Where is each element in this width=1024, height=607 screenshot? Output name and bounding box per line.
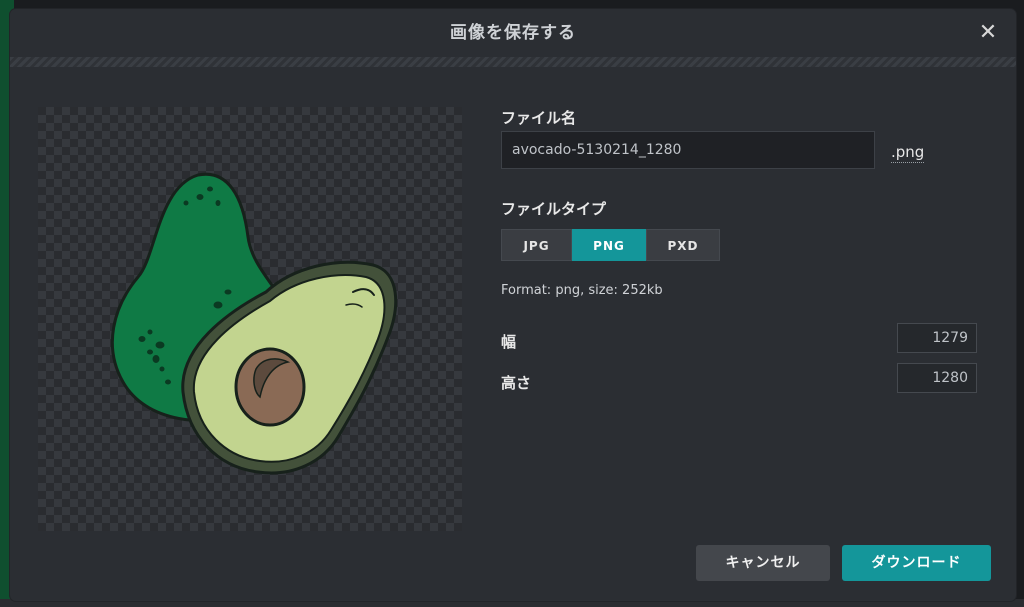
filename-label: ファイル名 bbox=[501, 109, 577, 127]
image-preview bbox=[38, 107, 462, 531]
avocado-illustration bbox=[110, 172, 398, 475]
width-input[interactable] bbox=[897, 323, 977, 353]
file-extension: .png bbox=[891, 143, 925, 163]
filetype-label: ファイルタイプ bbox=[501, 200, 607, 218]
titlebar-divider bbox=[10, 57, 1016, 67]
filename-input[interactable] bbox=[501, 131, 875, 169]
height-input[interactable] bbox=[897, 363, 977, 393]
width-label: 幅 bbox=[501, 333, 517, 351]
filetype-jpg-button[interactable]: JPG bbox=[501, 229, 572, 261]
dialog-titlebar: 画像を保存する ✕ bbox=[10, 9, 1016, 57]
filetype-pxd-button[interactable]: PXD bbox=[646, 229, 720, 261]
download-button[interactable]: ダウンロード bbox=[842, 545, 991, 581]
cancel-button[interactable]: キャンセル bbox=[696, 545, 830, 581]
filetype-png-button[interactable]: PNG bbox=[572, 229, 646, 261]
close-icon[interactable]: ✕ bbox=[976, 21, 1000, 45]
dialog-title: 画像を保存する bbox=[450, 23, 576, 43]
save-image-dialog: 画像を保存する ✕ ファイル名 avocado-5130214_1280 .pn… bbox=[10, 9, 1016, 601]
height-label: 高さ bbox=[501, 374, 532, 392]
format-info: Format: png, size: 252kb bbox=[501, 283, 663, 298]
